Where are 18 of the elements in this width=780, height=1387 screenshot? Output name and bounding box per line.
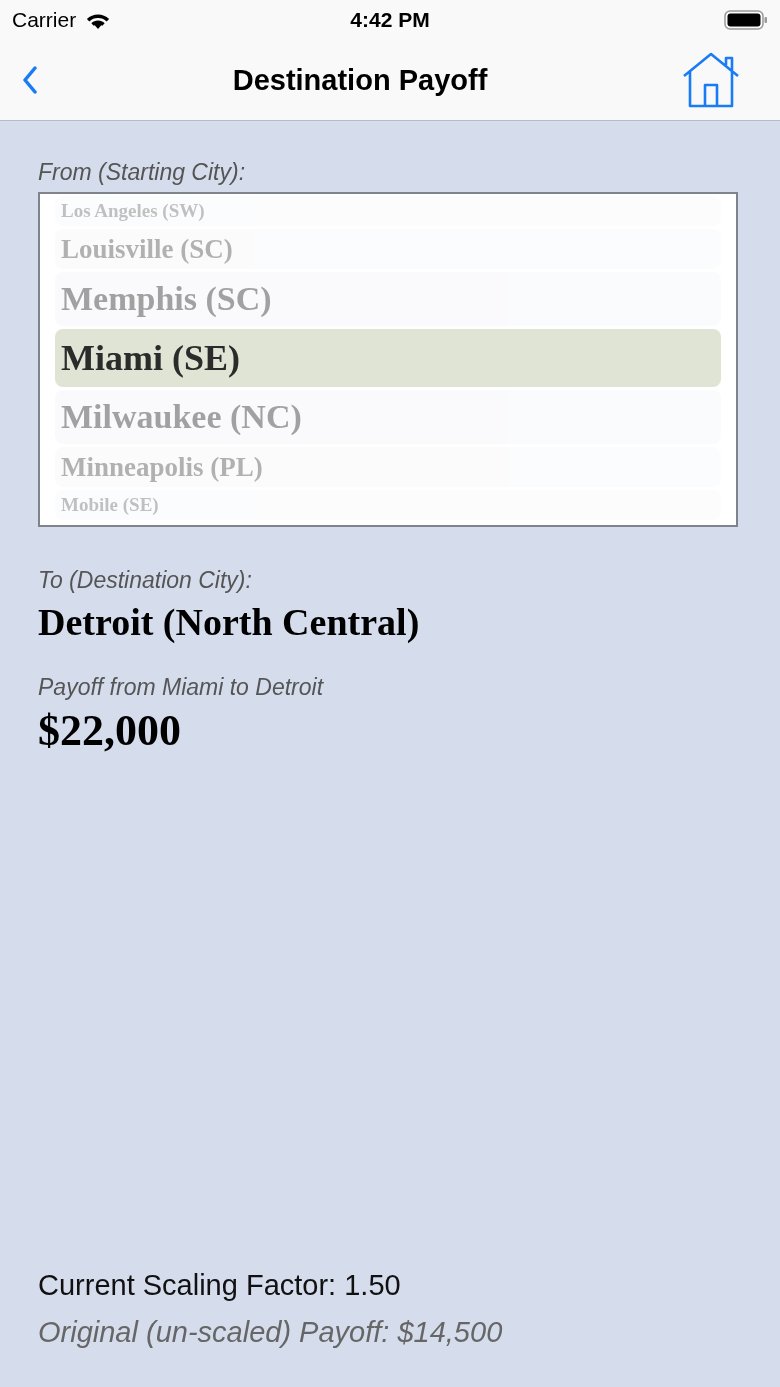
picker-option[interactable]: Minneapolis (PL): [55, 447, 721, 487]
picker-option[interactable]: Miami (SE): [55, 329, 721, 387]
original-payoff: Original (un-scaled) Payoff: $14,500: [38, 1316, 503, 1349]
clock-time: 4:42 PM: [350, 8, 430, 32]
picker-option[interactable]: Louisville (SC): [55, 229, 721, 269]
to-label: To (Destination City):: [38, 567, 252, 594]
picker-option[interactable]: Memphis (SC): [55, 272, 721, 326]
home-button[interactable]: [682, 52, 740, 108]
back-button[interactable]: [22, 66, 38, 94]
payoff-amount: $22,000: [38, 705, 181, 756]
destination-city: Detroit (North Central): [38, 600, 420, 644]
battery-icon: [724, 10, 768, 30]
payoff-label: Payoff from Miami to Detroit: [38, 674, 324, 701]
screen-title: Destination Payoff: [232, 63, 488, 97]
carrier-name: Carrier: [12, 8, 77, 32]
picker-option[interactable]: Milwaukee (NC): [55, 390, 721, 444]
from-label: From (Starting City):: [38, 159, 246, 186]
scaling-factor: Current Scaling Factor: 1.50: [38, 1269, 402, 1302]
